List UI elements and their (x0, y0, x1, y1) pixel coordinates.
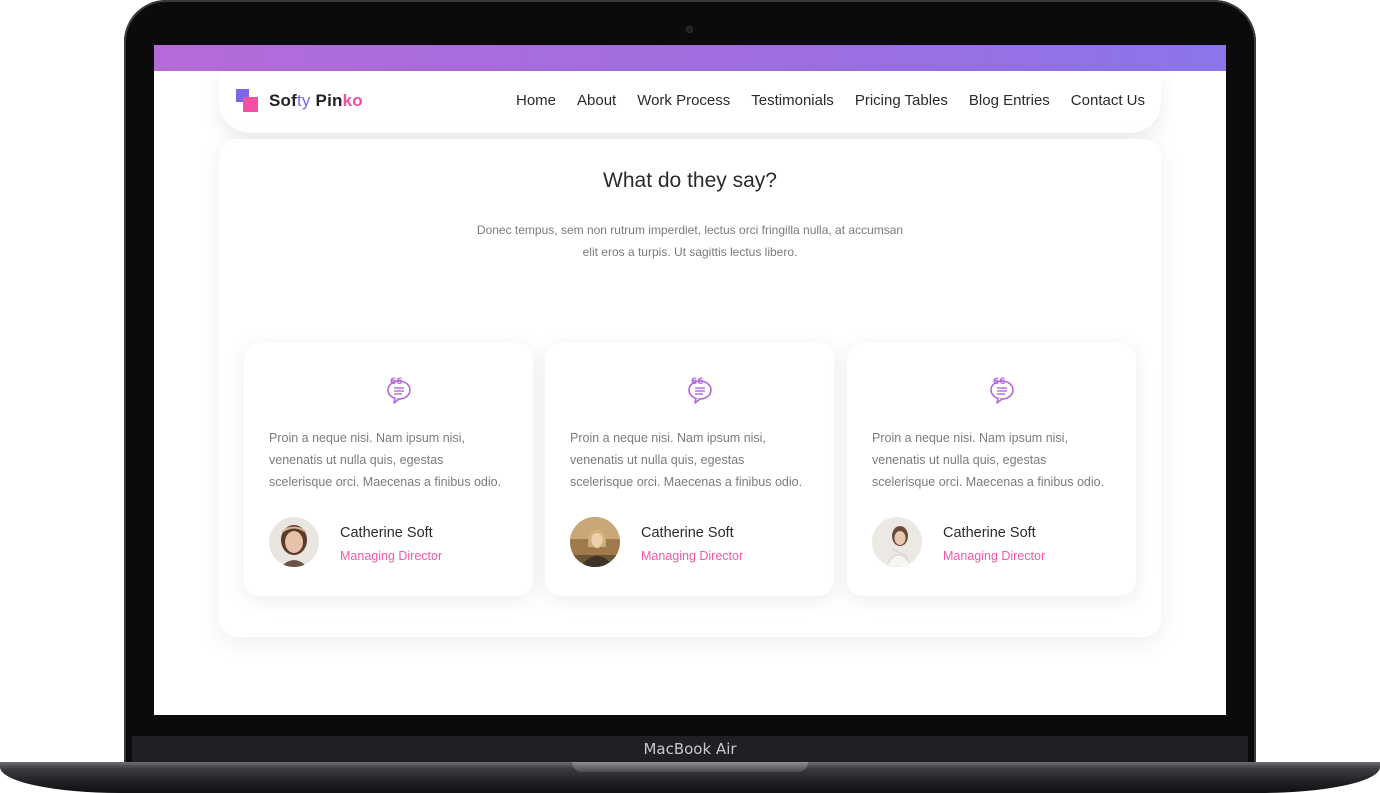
quote-bubble-icon: 66 (990, 377, 1014, 404)
quote-bubble-icon: 66 (688, 377, 712, 404)
testimonial-card: 66 Proin a neque nisi. Nam ipsum nisi, v… (847, 343, 1136, 596)
author-name: Catherine Soft (340, 525, 433, 541)
testimonial-card: 66 Proin a neque nisi. Nam ipsum nisi, v… (244, 343, 533, 596)
nav-testimonials[interactable]: Testimonials (751, 92, 834, 109)
section-subtitle: Donec tempus, sem non rutrum imperdiet, … (476, 223, 904, 259)
author-name: Catherine Soft (943, 525, 1036, 541)
logo[interactable]: Softy Pinko (236, 89, 363, 113)
avatar (269, 517, 319, 567)
author-role: Managing Director (943, 549, 1046, 563)
device-label: MacBook Air (643, 740, 737, 758)
main-nav: Home About Work Process Testimonials Pri… (516, 92, 1145, 109)
author-role: Managing Director (340, 549, 443, 563)
avatar (872, 517, 922, 567)
author-role: Managing Director (641, 549, 744, 563)
testimonial-card: 66 Proin a neque nisi. Nam ipsum nisi, v… (545, 343, 834, 596)
logo-text: Softy Pinko (269, 91, 363, 110)
testimonial-text: Proin a neque nisi. Nam ipsum nisi, vene… (872, 431, 1105, 489)
nav-blog-entries[interactable]: Blog Entries (969, 92, 1050, 109)
nav-pricing-tables[interactable]: Pricing Tables (855, 92, 948, 109)
nav-home[interactable]: Home (516, 92, 556, 109)
testimonial-text: Proin a neque nisi. Nam ipsum nisi, vene… (570, 431, 803, 489)
testimonials-section: What do they say? Donec tempus, sem non … (219, 139, 1161, 637)
svg-text:66: 66 (993, 377, 1006, 387)
svg-text:66: 66 (390, 377, 403, 387)
section-title: What do they say? (603, 169, 777, 192)
quote-bubble-icon: 66 (387, 377, 411, 404)
logo-icon (236, 89, 260, 113)
author-name: Catherine Soft (641, 525, 734, 541)
camera-icon (686, 26, 693, 33)
top-gradient-bar (154, 45, 1226, 71)
nav-work-process[interactable]: Work Process (637, 92, 730, 109)
laptop-base-notch (572, 762, 808, 772)
navbar: Softy Pinko Home About Work Process Test… (219, 71, 1161, 133)
svg-text:66: 66 (691, 377, 704, 387)
nav-about[interactable]: About (577, 92, 616, 109)
nav-contact-us[interactable]: Contact Us (1071, 92, 1145, 109)
testimonial-text: Proin a neque nisi. Nam ipsum nisi, vene… (269, 431, 502, 489)
avatar (570, 517, 620, 567)
screen: Softy Pinko Home About Work Process Test… (154, 45, 1226, 715)
